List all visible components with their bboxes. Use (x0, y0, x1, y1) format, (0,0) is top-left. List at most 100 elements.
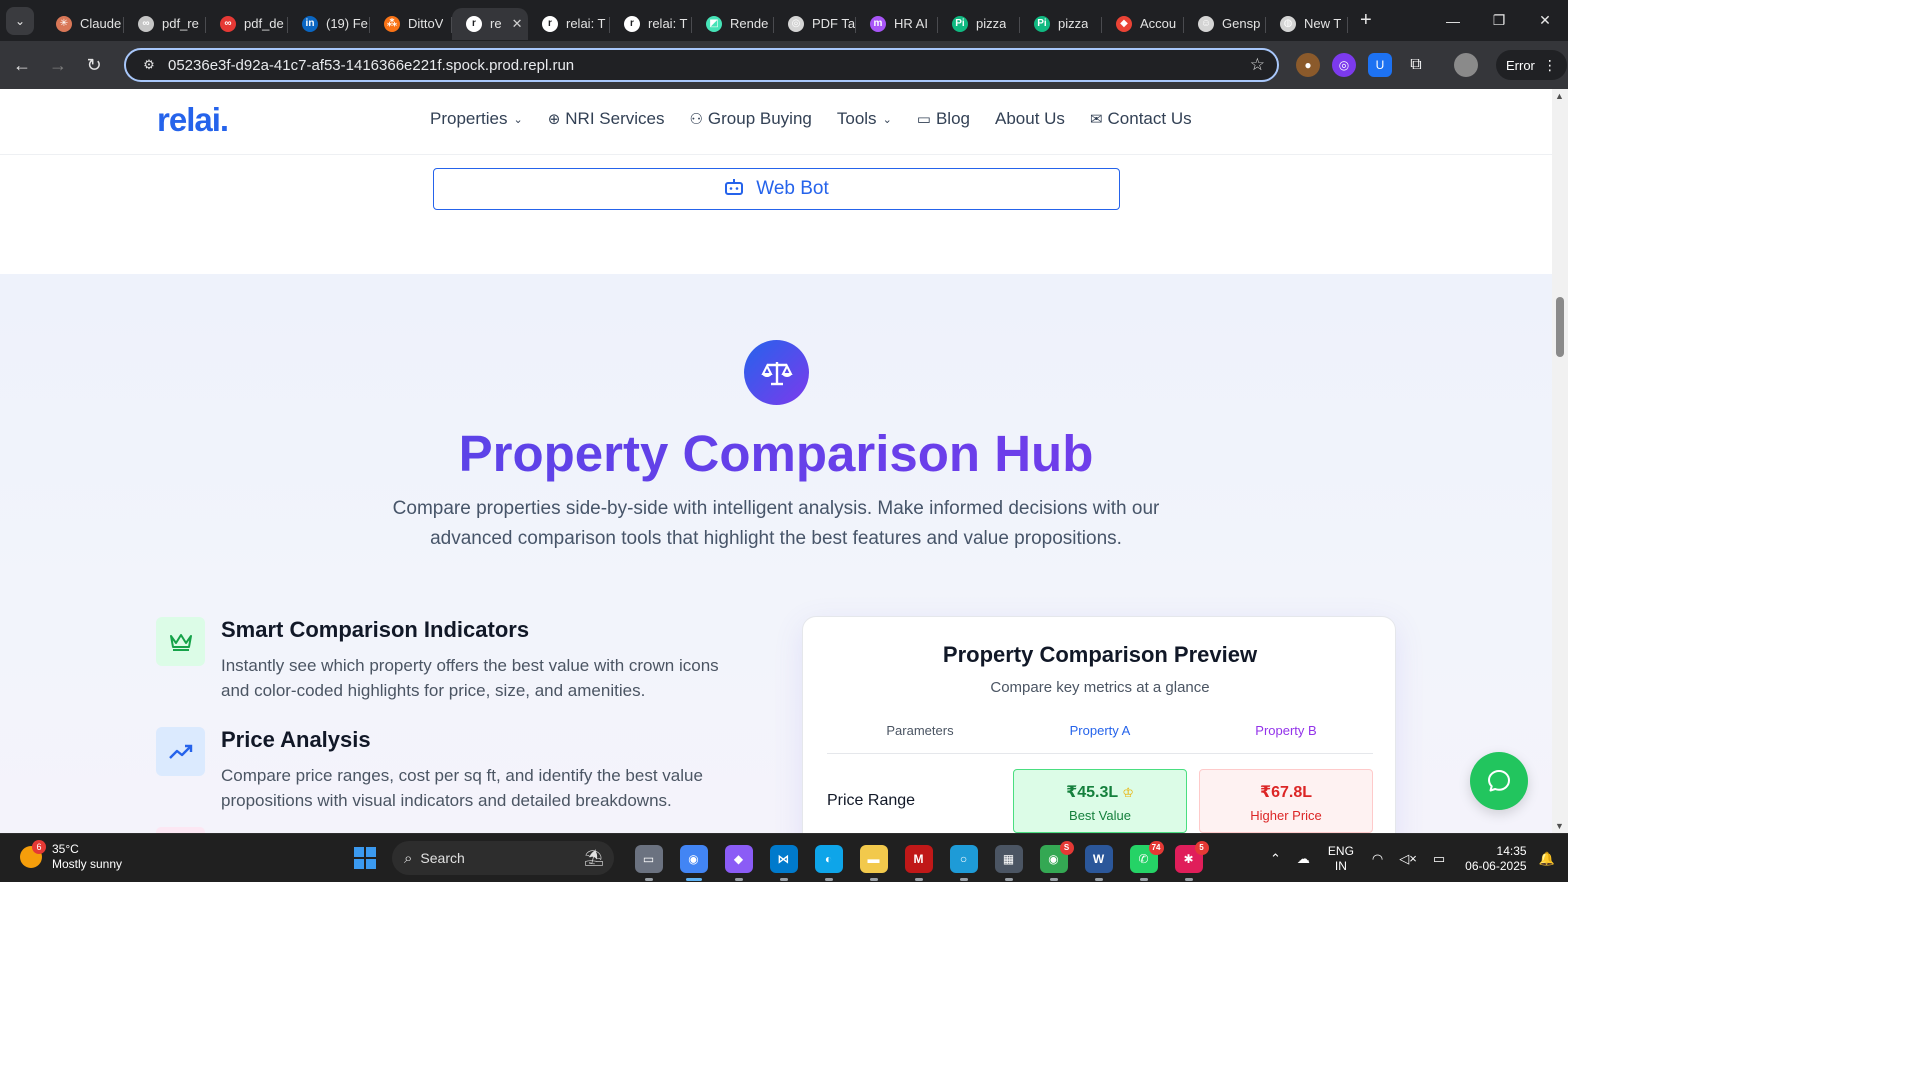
browser-tab[interactable]: ◍ New T (1266, 8, 1348, 40)
browser-tab[interactable]: ◎ PDF Ta (774, 8, 856, 40)
browser-tab[interactable]: in (19) Fe (288, 8, 370, 40)
browser-tab[interactable]: ☺ Gensp (1184, 8, 1266, 40)
cookie-extension-icon[interactable]: ● (1296, 53, 1320, 77)
cortana-icon[interactable]: ○ (949, 844, 978, 881)
nav-nri-services[interactable]: ⊕ NRI Services (548, 109, 665, 129)
slack-icon[interactable]: ✱ 5 (1174, 840, 1209, 881)
browser-tab[interactable]: r relai: T (610, 8, 692, 40)
app-badge: 5 (1194, 840, 1209, 855)
scroll-up-icon[interactable]: ▲ (1555, 91, 1564, 101)
browser-tab[interactable]: Pi pizza (1020, 8, 1102, 40)
tab-title: Rende (730, 16, 769, 31)
app-badge: 74 (1148, 840, 1164, 855)
avatar[interactable] (1454, 53, 1478, 77)
system-tray: ⌃ ☁ ENG IN ◠ ◁× ▭ 14:35 06-06-2025 🔔 (1262, 834, 1555, 883)
nav-group-buying[interactable]: ⚇ Group Buying (689, 109, 811, 129)
bookmark-star-icon[interactable]: ☆ (1250, 55, 1265, 75)
app-glyph: ▭ (642, 851, 655, 866)
favicon-icon: r (542, 15, 558, 32)
close-window-button[interactable]: ✕ (1522, 0, 1568, 41)
cloud-icon[interactable]: ☁ (1297, 851, 1310, 867)
start-button[interactable] (354, 847, 376, 869)
restore-button[interactable]: ❐ (1476, 0, 1522, 41)
browser-tab[interactable]: ◆ Accou (1102, 8, 1184, 40)
tab-search-button[interactable]: ⌄ (6, 6, 34, 35)
browser-tab[interactable]: ✳ Claude (42, 8, 124, 40)
nav-blog[interactable]: ▭ Blog (917, 109, 970, 129)
brain-extension-icon[interactable]: ◎ (1332, 53, 1356, 77)
taskbar-search[interactable]: ⌕ Search ⛱ (392, 841, 614, 875)
notification-bell-icon[interactable]: 🔔 (1539, 851, 1555, 867)
volume-muted-icon[interactable]: ◁× (1399, 851, 1417, 867)
minimize-button[interactable]: — (1430, 0, 1476, 41)
browser-tab[interactable]: m HR AI (856, 8, 938, 40)
browser-tab[interactable]: r relai: T (528, 8, 610, 40)
property-b-price-cell: ₹67.8L Higher Price (1199, 769, 1373, 833)
tab-title: pizza (976, 16, 1007, 31)
nav-contact-us[interactable]: ✉ Contact Us (1090, 109, 1192, 129)
chrome-profile-icon[interactable]: ◉ S (1039, 840, 1074, 881)
site-info-icon[interactable]: ⚙ (134, 57, 164, 73)
clock[interactable]: 14:35 06-06-2025 (1465, 844, 1526, 874)
forward-button[interactable]: → (42, 49, 74, 81)
chrome-icon[interactable]: ◉ (679, 844, 708, 881)
task-view-icon[interactable]: ▭ (634, 844, 663, 881)
feature-description: Instantly see which property offers the … (221, 656, 719, 700)
site-logo[interactable]: relai. (157, 101, 229, 139)
scroll-down-icon[interactable]: ▼ (1555, 821, 1564, 831)
whatsapp-icon[interactable]: ✆ 74 (1129, 840, 1164, 881)
browser-tab[interactable]: ∞ pdf_re (124, 8, 206, 40)
more-menu-icon[interactable]: ⋮ (1543, 57, 1557, 74)
scroll-thumb[interactable] (1556, 297, 1564, 357)
clock-time: 14:35 (1496, 843, 1527, 858)
app-glyph: ✆ (1138, 851, 1149, 866)
nav-about-us[interactable]: About Us (995, 109, 1065, 129)
address-bar[interactable]: ⚙ 05236e3f-d92a-41c7-af53-1416366e221f.s… (124, 48, 1279, 82)
chevron-down-icon: ⌄ (14, 13, 26, 28)
web-bot-button[interactable]: Web Bot (433, 168, 1120, 210)
web-bot-section: Web Bot (0, 155, 1552, 274)
browser-tab[interactable]: ⁂ DittoV (370, 8, 452, 40)
file-explorer-icon[interactable]: ▬ (859, 844, 888, 881)
vscode-icon[interactable]: ⋈ (769, 844, 798, 881)
feature-smart-comparison: Smart Comparison Indicators Instantly se… (156, 617, 756, 717)
battery-icon[interactable]: ▭ (1433, 851, 1445, 867)
puzzle-extensions-icon[interactable]: ⧉ (1404, 53, 1428, 77)
back-button[interactable]: ← (6, 49, 38, 81)
comparison-preview-card: Property Comparison Preview Compare key … (802, 616, 1396, 833)
browser-tab[interactable]: Pi pizza (938, 8, 1020, 40)
wifi-icon[interactable]: ◠ (1372, 851, 1383, 867)
profile-error-button[interactable]: Error ⋮ (1496, 50, 1567, 80)
language-indicator[interactable]: ENG IN (1328, 844, 1354, 874)
nav-label: NRI Services (565, 109, 665, 128)
weather-text: 35°C Mostly sunny (52, 842, 122, 872)
app-glyph: W (1092, 851, 1105, 866)
profile-status: Error (1506, 57, 1535, 73)
nav-properties[interactable]: Properties ⌄ (430, 109, 523, 129)
browser-tab[interactable]: r re ✕ (452, 7, 528, 40)
divider (827, 753, 1373, 754)
store-icon[interactable]: ▦ (994, 844, 1023, 881)
tab-title: relai: T (648, 16, 688, 31)
mcafee-icon[interactable]: M (904, 844, 933, 881)
address-url[interactable]: 05236e3f-d92a-41c7-af53-1416366e221f.spo… (168, 57, 574, 74)
new-tab-button[interactable]: + (1360, 9, 1372, 32)
browser-tab[interactable]: ∞ pdf_de (206, 8, 288, 40)
u-extension-icon[interactable]: U (1368, 53, 1392, 77)
property-a-price-cell: ₹45.3L ♔ Best Value (1013, 769, 1187, 833)
page-scrollbar[interactable]: ▲ ▼ (1552, 89, 1568, 833)
edge-icon[interactable]: ◐ (814, 844, 843, 881)
chat-button[interactable] (1470, 752, 1528, 810)
copilot-icon[interactable]: ◆ (724, 844, 753, 881)
word-icon[interactable]: W (1084, 844, 1113, 881)
running-indicator (1049, 877, 1058, 881)
nav-tools[interactable]: Tools ⌄ (837, 109, 892, 129)
browser-tab[interactable]: ◩ Rende (692, 8, 774, 40)
bot-icon (724, 178, 744, 201)
reload-button[interactable]: ↻ (78, 49, 110, 81)
weather-widget[interactable]: 6 35°C Mostly sunny (20, 840, 122, 872)
close-tab-icon[interactable]: ✕ (512, 16, 523, 32)
favicon-icon: ◩ (706, 15, 722, 32)
running-indicator (824, 877, 833, 881)
chevron-up-icon[interactable]: ⌃ (1270, 851, 1281, 867)
